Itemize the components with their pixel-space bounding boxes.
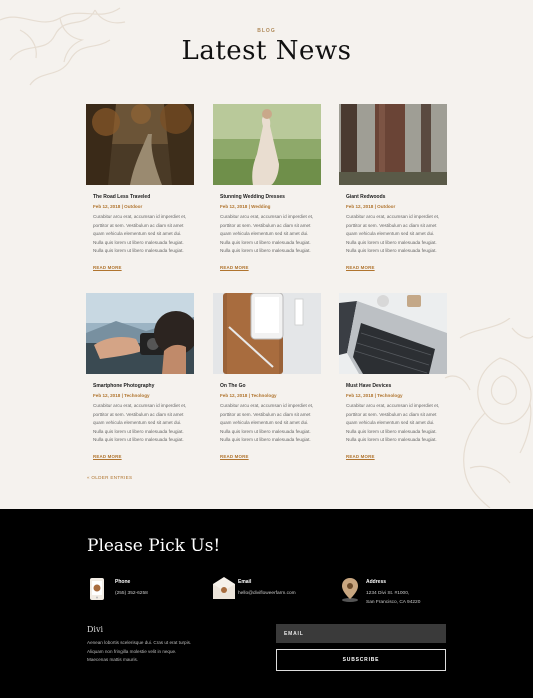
smartphone-photo[interactable] [86, 293, 194, 374]
post-excerpt: Curabitur arcu erat, accumsan id imperdi… [220, 403, 314, 443]
contact-value-line[interactable]: hello@divifloweerfarm.com [238, 590, 296, 599]
post-meta: Feb 12, 2018 | Wedding [220, 204, 271, 209]
post-meta: Feb 12, 2018 | Technology [93, 393, 150, 398]
contact-value: 1234 Divi St. #1000, San Francisco, CA 9… [366, 590, 420, 607]
post-title[interactable]: On The Go [220, 383, 314, 389]
post-meta: Feb 12, 2018 | Technology [220, 393, 277, 398]
contact-value-line: (255) 352-6258 [115, 591, 148, 596]
contact-label: Email [238, 579, 252, 585]
subscribe-button[interactable]: SUBSCRIBE [276, 649, 446, 671]
blog-post-card: Stunning Wedding Dresses Feb 12, 2018 | … [213, 104, 321, 274]
contact-value-line: 1234 Divi St. #1000, [366, 591, 410, 596]
post-title[interactable]: The Road Less Traveled [93, 194, 187, 200]
read-more-link[interactable]: READ MORE [93, 265, 122, 270]
email-field[interactable] [276, 624, 446, 643]
phone-on-tablet-photo[interactable] [213, 293, 321, 374]
about-text: Aenean lobortis scelerisque dui. Cras ut… [87, 640, 192, 663]
footer: Please Pick Us! Phone (255) 352-6258 Ema… [0, 509, 533, 698]
footer-title: Please Pick Us! [87, 536, 221, 556]
contact-label: Address [366, 579, 387, 585]
post-meta: Feb 12, 2018 | Technology [346, 393, 403, 398]
contact-value: (255) 352-6258 [115, 590, 148, 599]
post-title[interactable]: Smartphone Photography [93, 383, 187, 389]
page-title: Latest News [181, 36, 352, 66]
contact-value-line: San Francisco, CA 94220 [366, 599, 421, 605]
post-excerpt: Curabitur arcu erat, accumsan id imperdi… [346, 403, 440, 443]
blog-post-card: Must Have Devices Feb 12, 2018 | Technol… [339, 293, 447, 463]
post-title[interactable]: Giant Redwoods [346, 194, 440, 200]
blog-post-card: Smartphone Photography Feb 12, 2018 | Te… [86, 293, 194, 463]
redwood-trees-photo[interactable] [339, 104, 447, 185]
envelope-icon [212, 577, 236, 606]
read-more-link[interactable]: READ MORE [220, 454, 249, 459]
post-excerpt: Curabitur arcu erat, accumsan id imperdi… [93, 214, 187, 254]
blog-post-card: On The Go Feb 12, 2018 | Technology Cura… [213, 293, 321, 463]
post-excerpt: Curabitur arcu erat, accumsan id imperdi… [346, 214, 440, 254]
post-meta: Feb 12, 2018 | Outdoor [93, 204, 143, 209]
post-excerpt: Curabitur arcu erat, accumsan id imperdi… [93, 403, 187, 443]
older-entries-link[interactable]: « OLDER ENTRIES [87, 475, 132, 480]
about-title: Divi [87, 625, 104, 634]
phone-icon [89, 577, 105, 606]
blog-section: BLOG Latest News The Road Less Traveled … [0, 0, 533, 509]
post-excerpt: Curabitur arcu erat, accumsan id imperdi… [220, 214, 314, 254]
post-title[interactable]: Must Have Devices [346, 383, 440, 389]
blog-post-card: Giant Redwoods Feb 12, 2018 | Outdoor Cu… [339, 104, 447, 274]
post-title[interactable]: Stunning Wedding Dresses [220, 194, 314, 200]
read-more-link[interactable]: READ MORE [93, 454, 122, 459]
read-more-link[interactable]: READ MORE [346, 454, 375, 459]
map-pin-icon [340, 577, 360, 608]
read-more-link[interactable]: READ MORE [220, 265, 249, 270]
contact-value[interactable]: hello@divifloweerfarm.com [238, 590, 296, 599]
wedding-dress-photo[interactable] [213, 104, 321, 185]
forest-road-photo[interactable] [86, 104, 194, 185]
blog-post-card: The Road Less Traveled Feb 12, 2018 | Ou… [86, 104, 194, 274]
contact-label: Phone [115, 579, 131, 585]
post-meta: Feb 12, 2018 | Outdoor [346, 204, 396, 209]
laptop-keyboard-photo[interactable] [339, 293, 447, 374]
read-more-link[interactable]: READ MORE [346, 265, 375, 270]
section-eyebrow: BLOG [257, 28, 276, 34]
